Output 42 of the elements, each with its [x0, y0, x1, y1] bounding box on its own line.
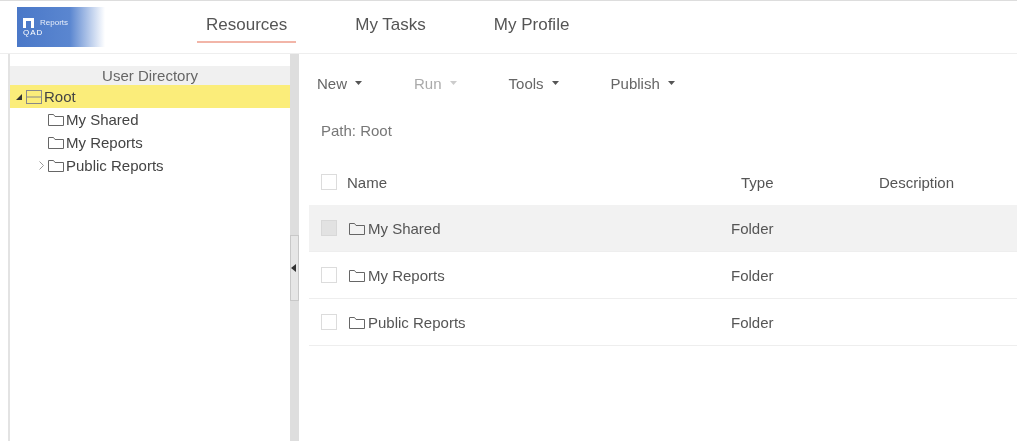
table-cell-text: Folder	[731, 266, 775, 284]
nav-tab[interactable]: Resources	[197, 11, 297, 43]
caret-icon	[449, 81, 457, 85]
logo-app-name: Reports	[40, 18, 68, 27]
nav-tab[interactable]: My Tasks	[346, 11, 435, 43]
row-checkbox[interactable]	[321, 220, 337, 236]
table-cell-text: Folder	[731, 313, 775, 331]
row-checkbox[interactable]	[321, 314, 337, 330]
caret-icon	[667, 81, 675, 85]
tree-item[interactable]: Public Reports	[10, 154, 290, 177]
drawer-icon	[26, 89, 42, 104]
column-header[interactable]: Description	[879, 173, 1017, 191]
folder-icon	[347, 315, 367, 329]
path-label: Path: Root	[320, 121, 393, 141]
logo-brand: QAD	[23, 27, 45, 37]
folder-icon	[48, 113, 64, 126]
menu-button[interactable]: Publish	[610, 72, 675, 94]
caret-icon	[355, 81, 362, 85]
table-row[interactable]: My Shared Folder	[309, 205, 1017, 252]
table-cell: My Reports	[368, 266, 445, 284]
logo-icon	[23, 17, 34, 28]
menu-button[interactable]: Tools	[508, 72, 559, 94]
table-cell: Public Reports	[368, 313, 466, 331]
tree-item[interactable]: My Shared	[10, 108, 290, 131]
expanded-arrow-icon[interactable]	[16, 93, 22, 100]
folder-icon	[48, 159, 64, 172]
folder-icon	[347, 221, 367, 235]
tree-item[interactable]: Root	[10, 85, 290, 108]
folder-icon	[347, 268, 367, 282]
tree-item[interactable]: My Reports	[10, 131, 290, 154]
panel-title: User Directory	[10, 66, 290, 85]
caret-icon	[551, 81, 559, 85]
collapse-arrow-icon[interactable]	[291, 263, 296, 272]
row-checkbox[interactable]	[321, 267, 337, 283]
menu-button[interactable]: New	[317, 72, 362, 94]
select-all-checkbox[interactable]	[321, 174, 337, 190]
folder-icon	[48, 136, 64, 149]
table-cell: My Shared	[368, 219, 441, 237]
table-cell-text: Folder	[731, 219, 775, 237]
nav-tab[interactable]: My Profile	[484, 11, 579, 43]
column-header[interactable]: Name	[347, 173, 387, 191]
column-header[interactable]: Type	[731, 173, 879, 191]
